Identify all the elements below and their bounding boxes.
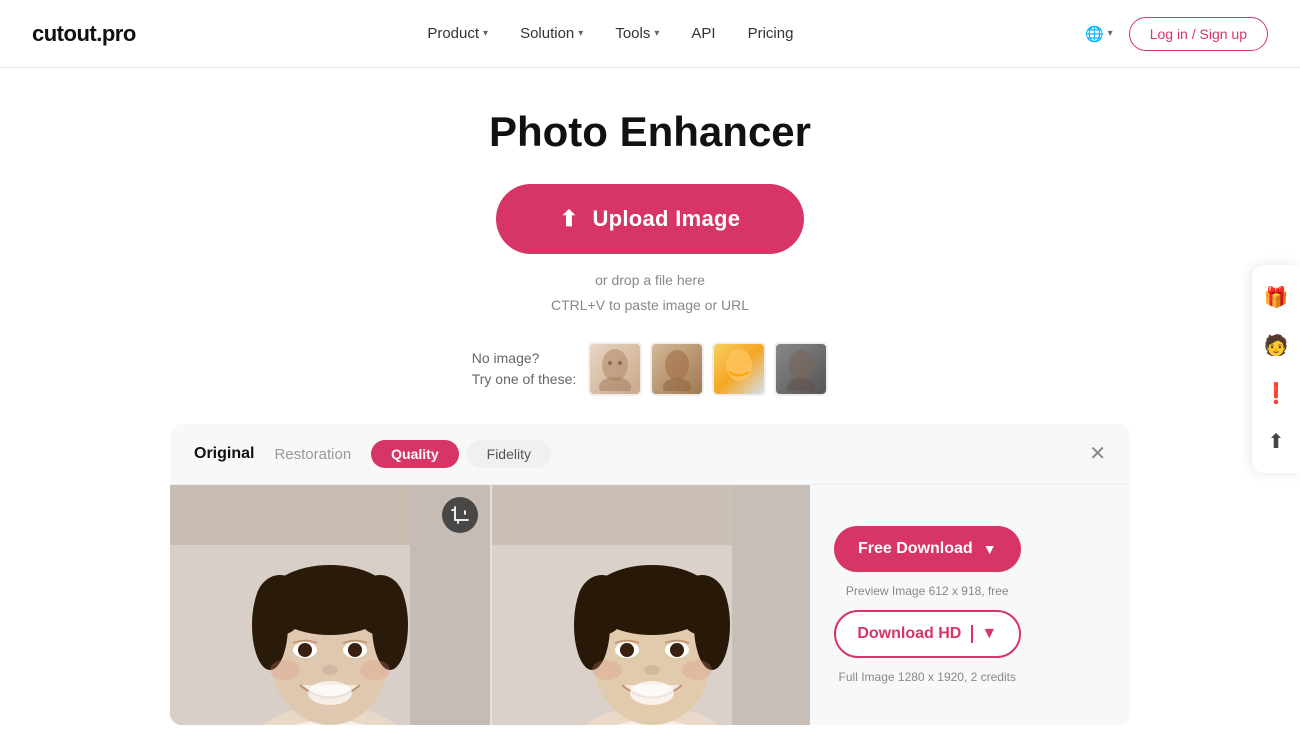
full-image-info: Full Image 1280 x 1920, 2 credits	[839, 670, 1016, 684]
nav-product[interactable]: Product ▾	[427, 25, 488, 42]
nav-api[interactable]: API	[691, 25, 715, 42]
sample-image-4[interactable]	[774, 342, 828, 396]
preview-info: Preview Image 612 x 918, free	[846, 584, 1009, 598]
page-title: Photo Enhancer	[489, 108, 811, 156]
upload-sidebar-button[interactable]: ⬆	[1252, 417, 1300, 465]
download-hd-button[interactable]: Download HD ▼	[834, 610, 1021, 658]
header-right: 🌐 ▾ Log in / Sign up	[1085, 17, 1268, 51]
sample-image-1[interactable]	[588, 342, 642, 396]
header: cutout.pro Product ▾ Solution ▾ Tools ▾ …	[0, 0, 1300, 68]
nav: Product ▾ Solution ▾ Tools ▾ API Pricing	[427, 25, 793, 42]
hd-chevron-icon: ▼	[981, 625, 997, 643]
nav-pricing[interactable]: Pricing	[748, 25, 794, 42]
free-download-button[interactable]: Free Download ▼	[834, 526, 1021, 572]
notification-button[interactable]: ❗	[1252, 369, 1300, 417]
restoration-label: Restoration	[274, 446, 351, 463]
face-svg-1	[597, 347, 633, 391]
results-panel: Original Restoration Quality Fidelity ✕	[170, 424, 1130, 725]
sample-images	[588, 342, 828, 396]
nav-solution[interactable]: Solution ▾	[520, 25, 583, 42]
download-chevron-icon: ▼	[983, 541, 997, 557]
nav-tools[interactable]: Tools ▾	[615, 25, 659, 42]
original-label: Original	[194, 445, 254, 463]
face-svg-4	[783, 347, 819, 391]
lang-chevron-icon: ▾	[1108, 28, 1113, 39]
sample-section: No image? Try one of these:	[472, 342, 829, 396]
action-panel: Free Download ▼ Preview Image 612 x 918,…	[810, 485, 1045, 725]
logo[interactable]: cutout.pro	[32, 21, 136, 47]
close-button[interactable]: ✕	[1089, 444, 1106, 464]
hd-chevron-wrap: ▼	[971, 625, 997, 643]
enhanced-image-container	[490, 485, 810, 725]
original-image-svg	[170, 485, 490, 725]
sample-text: No image? Try one of these:	[472, 348, 577, 390]
tab-quality[interactable]: Quality	[371, 440, 458, 468]
crop-icon	[451, 506, 469, 524]
login-button[interactable]: Log in / Sign up	[1129, 17, 1268, 51]
language-selector[interactable]: 🌐 ▾	[1085, 25, 1113, 43]
sample-image-2[interactable]	[650, 342, 704, 396]
upload-arrow-icon: ⬆	[560, 206, 579, 232]
results-body: Free Download ▼ Preview Image 612 x 918,…	[170, 485, 1130, 725]
sample-image-3[interactable]	[712, 342, 766, 396]
drop-hint: or drop a file here CTRL+V to paste imag…	[551, 268, 749, 318]
tools-chevron-icon: ▾	[654, 28, 659, 39]
original-image-container	[170, 485, 490, 725]
tab-group: Quality Fidelity	[371, 440, 551, 468]
main-content: Photo Enhancer ⬆ Upload Image or drop a …	[0, 68, 1300, 745]
face-svg-3	[721, 347, 757, 391]
tab-fidelity[interactable]: Fidelity	[467, 440, 551, 468]
product-chevron-icon: ▾	[483, 28, 488, 39]
enhanced-image-svg	[492, 485, 810, 725]
gift-button[interactable]: 🎁	[1252, 273, 1300, 321]
face-svg-2	[659, 347, 695, 391]
avatar-button[interactable]: 🧑	[1252, 321, 1300, 369]
solution-chevron-icon: ▾	[578, 28, 583, 39]
upload-image-button[interactable]: ⬆ Upload Image	[496, 184, 805, 254]
language-icon: 🌐	[1085, 25, 1104, 43]
results-header: Original Restoration Quality Fidelity ✕	[170, 424, 1130, 485]
sidebar-float: 🎁 🧑 ❗ ⬆	[1252, 265, 1300, 473]
